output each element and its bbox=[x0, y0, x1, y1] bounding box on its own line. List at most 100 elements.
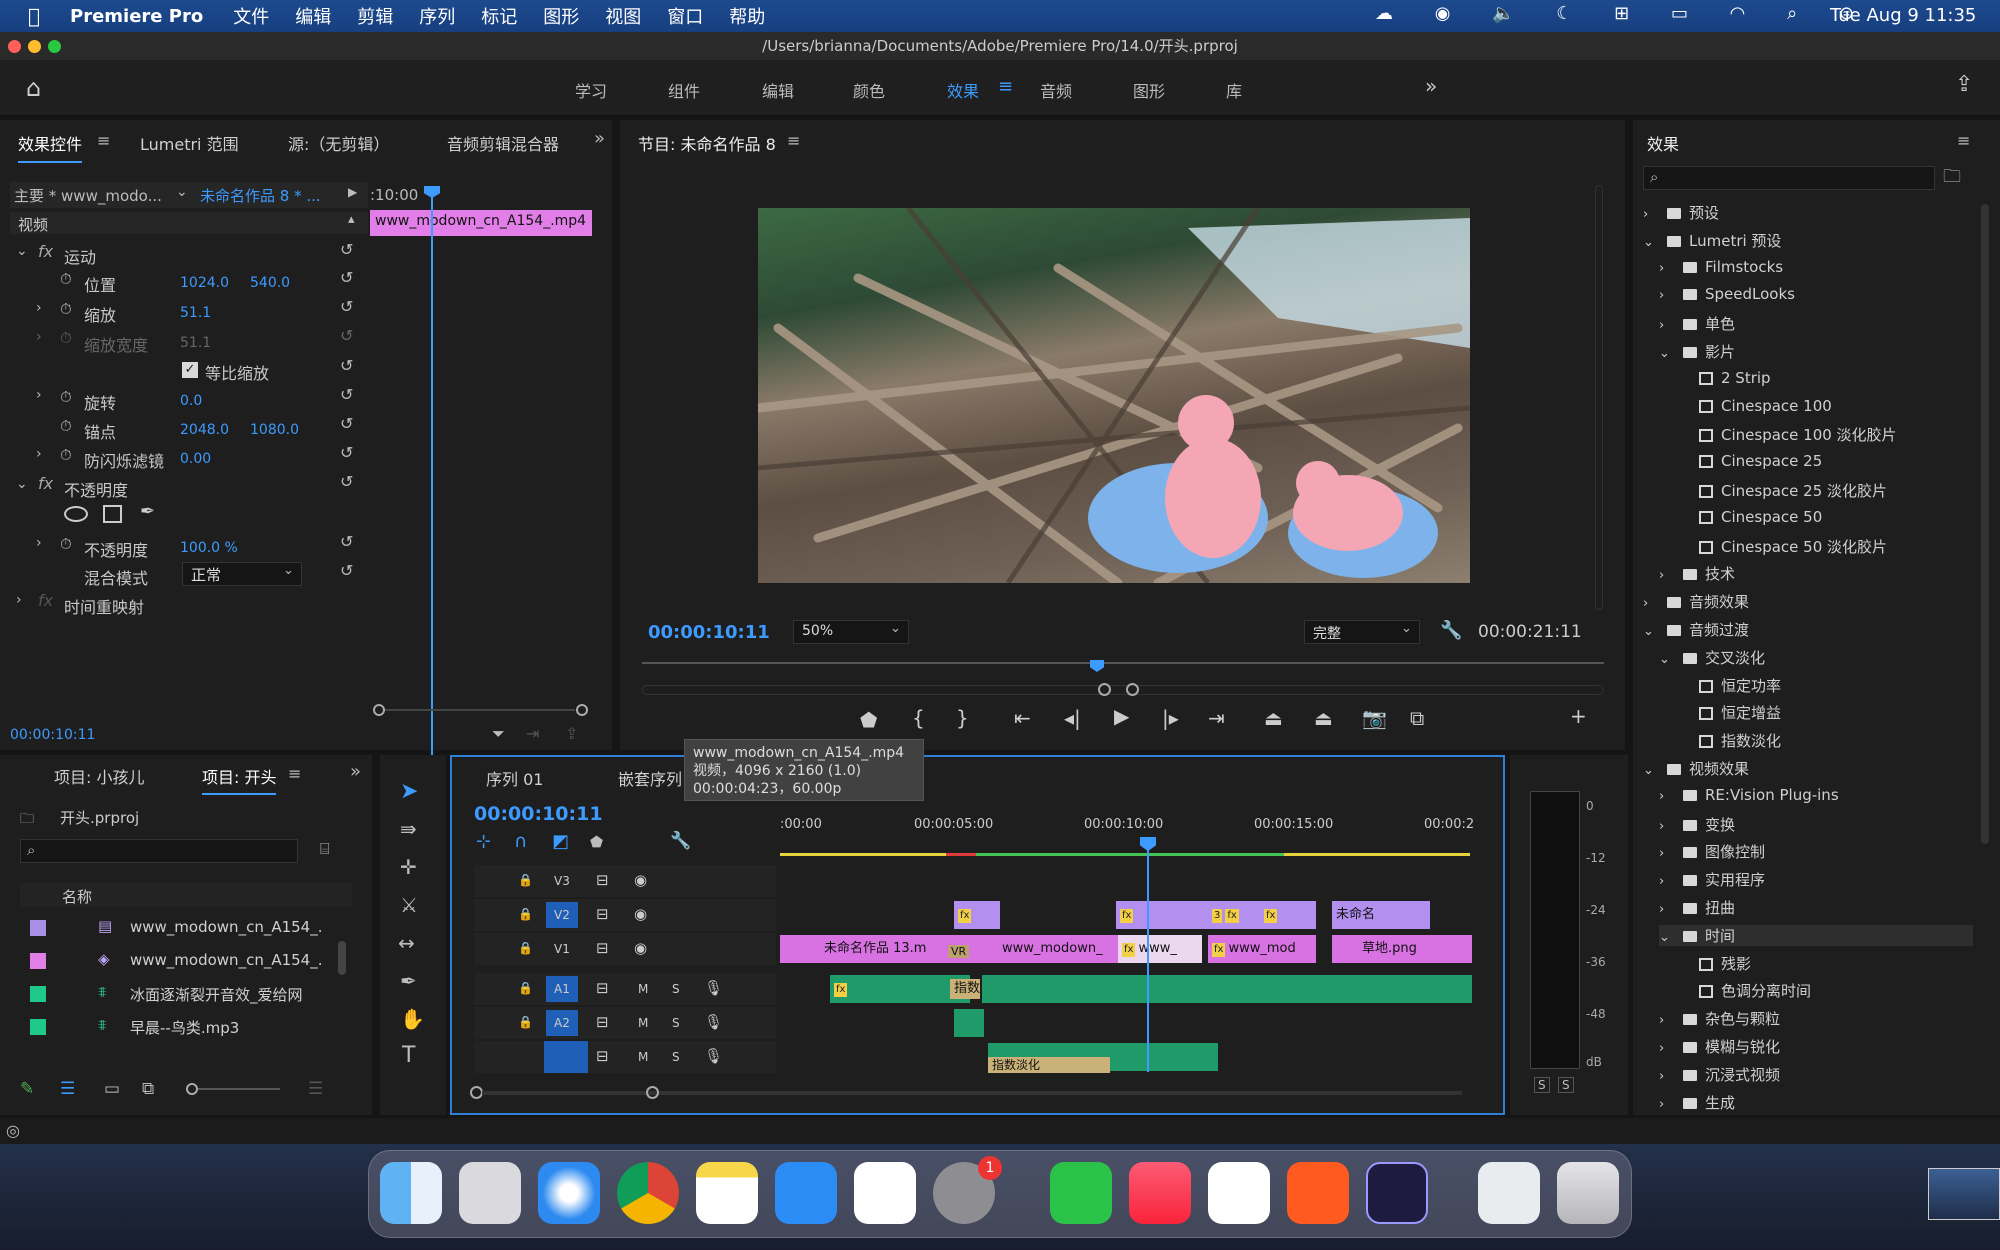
sync-lock-icon[interactable]: ⊟ bbox=[596, 979, 609, 997]
clip-v1-d[interactable]: fx www_mod bbox=[1208, 935, 1316, 963]
chrome-icon[interactable] bbox=[617, 1162, 679, 1224]
mark-in-icon[interactable]: { bbox=[912, 706, 925, 730]
workspace-menu-icon[interactable]: ≡ bbox=[998, 76, 1013, 97]
mute-button[interactable]: M bbox=[638, 1050, 648, 1064]
track-a2-label[interactable]: A2 bbox=[546, 1010, 578, 1036]
selection-tool-icon[interactable]: ➤ bbox=[400, 779, 418, 804]
opacity-expand-icon[interactable]: › bbox=[36, 535, 42, 551]
lock-icon[interactable]: 🔒 bbox=[518, 1015, 533, 1029]
mute-button[interactable]: M bbox=[638, 982, 648, 996]
find-icon[interactable]: ⌸ bbox=[320, 839, 330, 859]
chevron-right-icon[interactable]: › bbox=[1659, 1041, 1683, 1056]
project-item[interactable]: ⩨ 早晨--鸟类.mp3 bbox=[20, 1012, 338, 1042]
panel-menu-icon[interactable]: ≡ bbox=[787, 131, 800, 150]
opacity-reset-icon[interactable]: ↺ bbox=[340, 532, 353, 551]
close-window-button[interactable] bbox=[8, 40, 21, 53]
panel-menu-icon[interactable]: ≡ bbox=[1957, 131, 1970, 150]
rotation-stopwatch-icon[interactable]: ⏱ bbox=[60, 388, 72, 406]
new-bin-icon[interactable]: 🗀 bbox=[1943, 164, 1961, 194]
menu-view[interactable]: 视图 bbox=[605, 3, 641, 29]
scroll-up-icon[interactable]: ▴ bbox=[348, 212, 355, 227]
timeline-scroll-right-handle[interactable] bbox=[646, 1086, 659, 1099]
clip-v1-b[interactable]: www_modown_ bbox=[978, 935, 1118, 963]
fx-icon[interactable]: fx bbox=[38, 242, 53, 261]
effect-controls-timecode[interactable]: 00:00:10:11 bbox=[10, 727, 95, 743]
music-icon[interactable] bbox=[1129, 1162, 1191, 1224]
opacity-stopwatch-icon[interactable]: ⏱ bbox=[60, 535, 72, 553]
effects-tree-item[interactable]: 恒定功率 bbox=[1675, 675, 1781, 696]
effects-tree-item[interactable]: › 模糊与锐化 bbox=[1659, 1036, 1780, 1057]
ellipse-mask-icon[interactable] bbox=[64, 506, 88, 522]
chevron-right-icon[interactable]: › bbox=[1659, 789, 1683, 804]
antiflicker-reset-icon[interactable]: ↺ bbox=[340, 443, 353, 462]
tab-project-child[interactable]: 项目: 小孩儿 bbox=[54, 764, 144, 788]
effects-tree-item[interactable]: Cinespace 25 淡化胶片 bbox=[1675, 480, 1887, 501]
label-color-swatch[interactable] bbox=[30, 1019, 46, 1035]
effects-tree-item[interactable]: › 音频效果 bbox=[1643, 591, 1749, 612]
label-color-swatch[interactable] bbox=[30, 986, 46, 1002]
motion-toggle-icon[interactable]: ⌄ bbox=[16, 243, 28, 259]
weather-icon[interactable] bbox=[1478, 1162, 1540, 1224]
chevron-right-icon[interactable]: › bbox=[1659, 1069, 1683, 1084]
project-item[interactable]: ▤ www_modown_cn_A154_. bbox=[20, 913, 338, 943]
blend-reset-icon[interactable]: ↺ bbox=[340, 561, 353, 580]
filter-icon[interactable]: ⏷ bbox=[492, 724, 505, 744]
eye-icon[interactable]: ◉ bbox=[634, 939, 647, 957]
lark-icon[interactable] bbox=[1208, 1162, 1270, 1224]
effects-tree-item[interactable]: › 预设 bbox=[1643, 202, 1719, 223]
more-panels-icon[interactable]: » bbox=[594, 128, 605, 149]
chevron-down-icon[interactable]: ⌄ bbox=[1659, 930, 1683, 945]
timeline-timecode[interactable]: 00:00:10:11 bbox=[474, 803, 603, 825]
menu-help[interactable]: 帮助 bbox=[729, 3, 765, 29]
mark-out-icon[interactable]: } bbox=[956, 706, 969, 730]
app-store-icon[interactable] bbox=[775, 1162, 837, 1224]
pen-tool-icon[interactable]: ✒ bbox=[400, 969, 417, 993]
sort-icon[interactable]: ☰ bbox=[308, 1079, 323, 1099]
sync-lock-icon[interactable]: ⊟ bbox=[596, 905, 609, 923]
zoom-right-handle[interactable] bbox=[1126, 683, 1139, 696]
comparison-view-icon[interactable]: ⧉ bbox=[1410, 706, 1424, 730]
freeform-view-icon[interactable]: ⧉ bbox=[142, 1079, 154, 1099]
add-marker-icon[interactable]: ⬟ bbox=[590, 833, 603, 851]
anchor-reset-icon[interactable]: ↺ bbox=[340, 414, 353, 433]
mini-scrollbar[interactable] bbox=[385, 709, 575, 711]
effects-tree-item[interactable]: 2 Strip bbox=[1675, 369, 1771, 387]
app-menu[interactable]: Premiere Pro bbox=[70, 6, 203, 27]
antiflicker-value[interactable]: 0.00 bbox=[180, 451, 211, 467]
rotation-value[interactable]: 0.0 bbox=[180, 393, 202, 409]
tab-audio-clip-mixer[interactable]: 音频剪辑混合器 bbox=[447, 131, 559, 155]
effects-tree-item[interactable]: ⌄ 时间 bbox=[1659, 924, 1973, 946]
chevron-right-icon[interactable]: › bbox=[1659, 819, 1683, 834]
effects-tree-item[interactable]: 恒定增益 bbox=[1675, 702, 1781, 723]
chevron-right-icon[interactable]: › bbox=[1659, 288, 1683, 303]
label-color-swatch[interactable] bbox=[30, 920, 46, 936]
microphone-icon[interactable]: 🎙 bbox=[704, 979, 723, 997]
menu-graphics[interactable]: 图形 bbox=[543, 3, 579, 29]
home-icon[interactable]: ⌂ bbox=[26, 74, 41, 102]
video-preview[interactable] bbox=[758, 208, 1470, 583]
tab-lumetri-scopes[interactable]: Lumetri 范围 bbox=[140, 131, 239, 155]
chevron-down-icon[interactable]: ⌄ bbox=[1659, 652, 1683, 667]
clock[interactable]: Tue Aug 9 11:35 bbox=[1830, 5, 1976, 26]
chevron-right-icon[interactable]: › bbox=[1643, 596, 1667, 611]
transition-a3[interactable]: 指数淡化 bbox=[988, 1057, 1110, 1073]
track-select-tool-icon[interactable]: ⇛ bbox=[400, 817, 417, 841]
effects-tree-item[interactable]: › RE:Vision Plug-ins bbox=[1659, 786, 1839, 804]
minimize-window-button[interactable] bbox=[28, 40, 41, 53]
lift-icon[interactable]: ⏏ bbox=[1264, 706, 1283, 730]
hand-tool-icon[interactable]: ✋ bbox=[400, 1007, 425, 1031]
tab-sequence-01[interactable]: 序列 01 bbox=[486, 766, 543, 790]
chevron-down-icon[interactable]: ⌄ bbox=[1659, 346, 1683, 361]
zoom-slider-handle[interactable] bbox=[186, 1083, 198, 1095]
chevron-right-icon[interactable]: › bbox=[1659, 261, 1683, 276]
notes-icon[interactable] bbox=[696, 1162, 758, 1224]
solo-right-button[interactable]: S bbox=[1558, 1077, 1574, 1093]
chevron-right-icon[interactable]: › bbox=[1659, 874, 1683, 889]
mini-playhead-handle[interactable] bbox=[424, 186, 440, 198]
solo-left-button[interactable]: S bbox=[1534, 1077, 1550, 1093]
effects-tree-item[interactable]: Cinespace 50 淡化胶片 bbox=[1675, 536, 1887, 557]
add-marker-icon[interactable]: ⬟ bbox=[860, 708, 877, 732]
position-reset-icon[interactable]: ↺ bbox=[340, 268, 353, 287]
list-view-icon[interactable]: ☰ bbox=[60, 1079, 75, 1099]
razor-tool-icon[interactable]: ⚔ bbox=[400, 893, 418, 917]
